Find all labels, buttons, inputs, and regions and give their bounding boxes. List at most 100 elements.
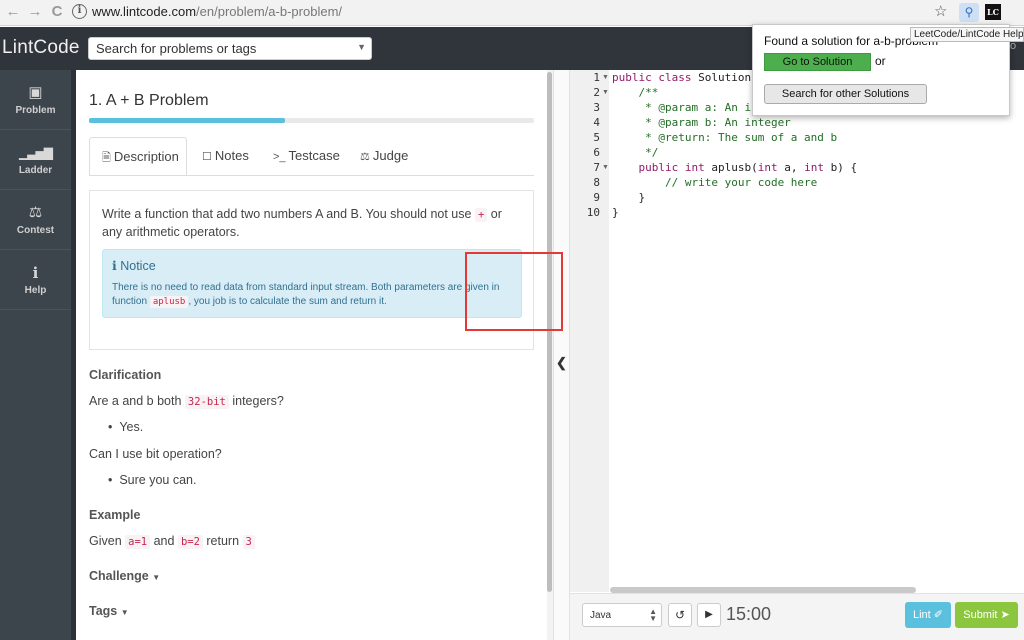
line-number: 10 <box>586 206 600 219</box>
language-value: Java <box>590 610 612 621</box>
notice-text: There is no need to read data from stand… <box>112 281 516 309</box>
submit-button[interactable]: Submit ➤ <box>955 602 1018 628</box>
trophy-icon: ⚖ <box>28 204 43 221</box>
leetcode-extension-icon[interactable]: LC <box>985 4 1001 20</box>
line-number: 5 <box>593 131 600 144</box>
caret-down-icon: ▼ <box>152 573 161 582</box>
site-info-icon[interactable]: i <box>72 4 87 19</box>
lintcode-logo[interactable]: LintCode <box>2 37 80 59</box>
play-icon: ▶ <box>705 609 713 620</box>
extension-tooltip: LeetCode/LintCode Helper <box>910 27 1024 42</box>
code-b2: b=2 <box>177 535 203 549</box>
extension-search-icon[interactable]: ⚲ <box>959 3 979 22</box>
tags-toggle[interactable]: Tags ▼ <box>89 604 129 618</box>
code-line-8: // write your code here <box>612 176 818 189</box>
sidebar-item-contest[interactable]: ⚖ Contest <box>0 190 71 250</box>
signal-icon: ▁▃▅▇ <box>19 146 53 160</box>
code-a1: a=1 <box>125 535 151 549</box>
sidebar-item-label: Ladder <box>18 165 53 176</box>
tab-divider <box>89 175 534 176</box>
sidebar-item-problem[interactable]: ▣ Problem <box>0 70 71 130</box>
code-plus: + <box>474 208 488 222</box>
line-number: 6 <box>593 146 600 159</box>
code-line-9: } <box>612 191 646 204</box>
fold-arrow-icon[interactable]: ▼ <box>602 74 609 81</box>
sidebar-item-ladder[interactable]: ▁▃▅▇ Ladder <box>0 130 71 190</box>
problem-scrollbar-thumb[interactable] <box>547 72 552 592</box>
search-other-solutions-button[interactable]: Search for other Solutions <box>764 84 927 104</box>
puzzle-icon: ▣ <box>28 84 43 101</box>
lint-label: Lint <box>912 609 931 621</box>
chevron-left-icon[interactable]: ❮ <box>556 355 567 371</box>
tab-testcase[interactable]: >_ Testcase <box>273 137 340 175</box>
code-aplusb: aplusb <box>149 296 189 308</box>
line-number: 9 <box>593 191 600 204</box>
code-3: 3 <box>242 535 255 549</box>
url-domain: www.lintcode.com <box>92 4 197 19</box>
caret-down-icon: ▼ <box>120 608 129 617</box>
note-icon: ☐ <box>202 151 212 163</box>
undo-icon: ↺ <box>674 608 686 622</box>
paper-plane-icon: ➤ <box>1000 609 1010 621</box>
back-icon[interactable]: ← <box>4 3 22 21</box>
run-button[interactable]: ▶ <box>697 603 721 627</box>
bookmark-star-icon[interactable]: ☆ <box>934 2 947 20</box>
language-select[interactable]: Java ▲ ▼ <box>582 603 662 627</box>
notice-info-icon: i <box>112 258 117 273</box>
tab-label: Testcase <box>288 148 340 163</box>
notice-title: i Notice <box>112 258 156 273</box>
clarification-heading: Clarification <box>89 368 162 382</box>
line-number: 1 <box>593 71 600 84</box>
code-line-1: public class Solution { <box>612 71 764 84</box>
fold-arrow-icon[interactable]: ▼ <box>602 164 609 171</box>
progress-fill <box>89 118 285 123</box>
code-text: aplusb( <box>704 161 758 174</box>
address-bar[interactable]: www.lintcode.com/en/problem/a-b-problem/ <box>92 4 342 19</box>
ex-given: Given <box>89 534 122 548</box>
fold-arrow-icon[interactable]: ▼ <box>602 89 609 96</box>
example-heading: Example <box>89 508 141 522</box>
q1-text: Are a and b both <box>89 394 182 408</box>
line-number: 7 <box>593 161 600 174</box>
sidebar-item-label: Contest <box>16 225 55 236</box>
problem-search-select[interactable]: Search for problems or tags ▼ <box>88 37 372 60</box>
submit-label: Submit <box>963 609 998 621</box>
line-number: 4 <box>593 116 600 129</box>
notice-title-text: Notice <box>120 259 156 273</box>
sidebar-item-label: Problem <box>15 105 56 116</box>
lint-button[interactable]: Lint ✐ <box>905 602 951 628</box>
code-line-10: } <box>612 206 619 219</box>
tab-label: Notes <box>214 148 249 163</box>
code-32bit: 32-bit <box>184 395 229 409</box>
code-keyword: public int <box>612 161 705 174</box>
question-2: Can I use bit operation? <box>89 447 222 461</box>
code-text: b) { <box>823 161 858 174</box>
search-placeholder: Search for problems or tags <box>96 41 257 56</box>
tab-notes[interactable]: ☐ Notes <box>202 137 249 175</box>
sidebar-item-help[interactable]: i Help <box>0 250 71 310</box>
q1-text-end: integers? <box>232 394 284 408</box>
answer-2: • Sure you can. <box>108 473 197 487</box>
or-label: or <box>875 54 886 68</box>
tab-label: Judge <box>372 148 409 163</box>
ex-return: return <box>206 534 240 548</box>
tab-description[interactable]: 🗎 Description <box>89 137 187 175</box>
notice-box: i Notice There is no need to read data f… <box>102 249 522 318</box>
sidebar-item-label: Help <box>24 285 47 296</box>
code-type: int <box>757 161 778 174</box>
tab-judge[interactable]: ⚖ Judge <box>360 137 408 175</box>
challenge-toggle[interactable]: Challenge ▼ <box>89 569 160 583</box>
code-line-5: * @return: The sum of a and b <box>612 131 838 144</box>
reset-button[interactable]: ↺ <box>668 603 692 627</box>
question-1: Are a and b both 32-bit integers? <box>89 394 284 409</box>
scale-icon: ⚖ <box>360 151 370 163</box>
terminal-icon: >_ <box>273 151 286 163</box>
example-text: Given a=1 and b=2 return 3 <box>89 534 255 549</box>
tags-label: Tags <box>89 604 118 618</box>
code-text: a, <box>777 161 805 174</box>
reload-icon[interactable]: C <box>48 3 66 21</box>
forward-icon[interactable]: → <box>26 3 44 21</box>
select-arrows-icon: ▲ ▼ <box>649 607 657 623</box>
code-type: int <box>804 161 824 174</box>
go-to-solution-button[interactable]: Go to Solution <box>764 53 871 71</box>
